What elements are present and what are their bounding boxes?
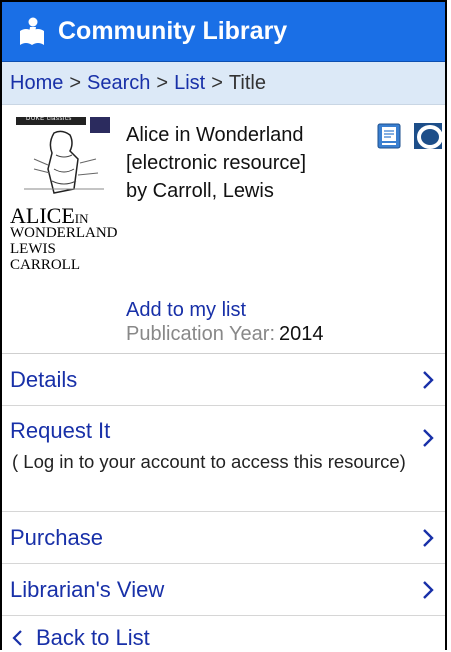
cover-author: LEWIS CARROLL [10,241,81,273]
purchase-label: Purchase [10,524,103,550]
details-label: Details [10,366,78,392]
cover-band-text: DUKE classics [26,116,72,122]
app-header: Community Library [2,2,445,62]
publication-year: Publication Year: 2014 [126,323,324,346]
author-text: by Carroll, Lewis [126,180,274,202]
breadcrumb-list[interactable]: List [174,72,205,95]
chevron-right-icon [423,429,434,447]
title-block: Alice in Wonderland [electronic resource… [126,121,366,205]
title-medium: [electronic resource] [126,152,307,174]
add-to-list-link[interactable]: Add to my list [126,299,246,322]
chevron-right-icon [423,370,434,389]
request-note: ( Log in to your account to access this … [12,451,406,472]
title-text: Alice in Wonderland [126,124,304,146]
reader-icon [20,17,44,45]
app-frame: Community Library Home > Search > List >… [0,0,447,650]
overdrive-icon[interactable] [414,123,442,149]
format-icons [376,123,442,149]
cover-band: DUKE classics [16,116,86,125]
back-to-list-label: Back to List [36,625,150,650]
request-label: Request It [10,418,111,443]
publication-year-value: 2014 [279,323,324,345]
cover-illustration [24,130,104,194]
breadcrumb-separator: > [156,71,169,94]
chevron-right-icon [423,528,434,547]
breadcrumb-separator: > [69,71,82,94]
app-title: Community Library [58,17,288,45]
publication-year-label: Publication Year: [126,323,276,345]
back-to-list-row[interactable]: Back to List [2,616,445,650]
title-record: DUKE classics ALICEIN WONDERLAND LEWIS C… [2,105,445,354]
cover-title-line2: WONDERLAND [10,225,118,241]
librarian-view-label: Librarian's View [10,576,165,602]
breadcrumb-search[interactable]: Search [87,72,150,95]
request-row[interactable]: Request It ( Log in to your account to a… [2,406,445,512]
breadcrumb: Home > Search > List > Title [2,62,445,105]
breadcrumb-home[interactable]: Home [10,72,63,95]
details-row[interactable]: Details [2,354,445,406]
breadcrumb-current: Title [228,71,266,94]
breadcrumb-separator: > [211,71,223,94]
librarian-view-row[interactable]: Librarian's View [2,564,445,616]
chevron-left-icon [12,630,22,646]
chevron-right-icon [423,580,434,599]
ebook-icon[interactable] [376,123,404,149]
purchase-row[interactable]: Purchase [2,512,445,564]
book-cover[interactable]: DUKE classics ALICEIN WONDERLAND LEWIS C… [10,116,118,273]
